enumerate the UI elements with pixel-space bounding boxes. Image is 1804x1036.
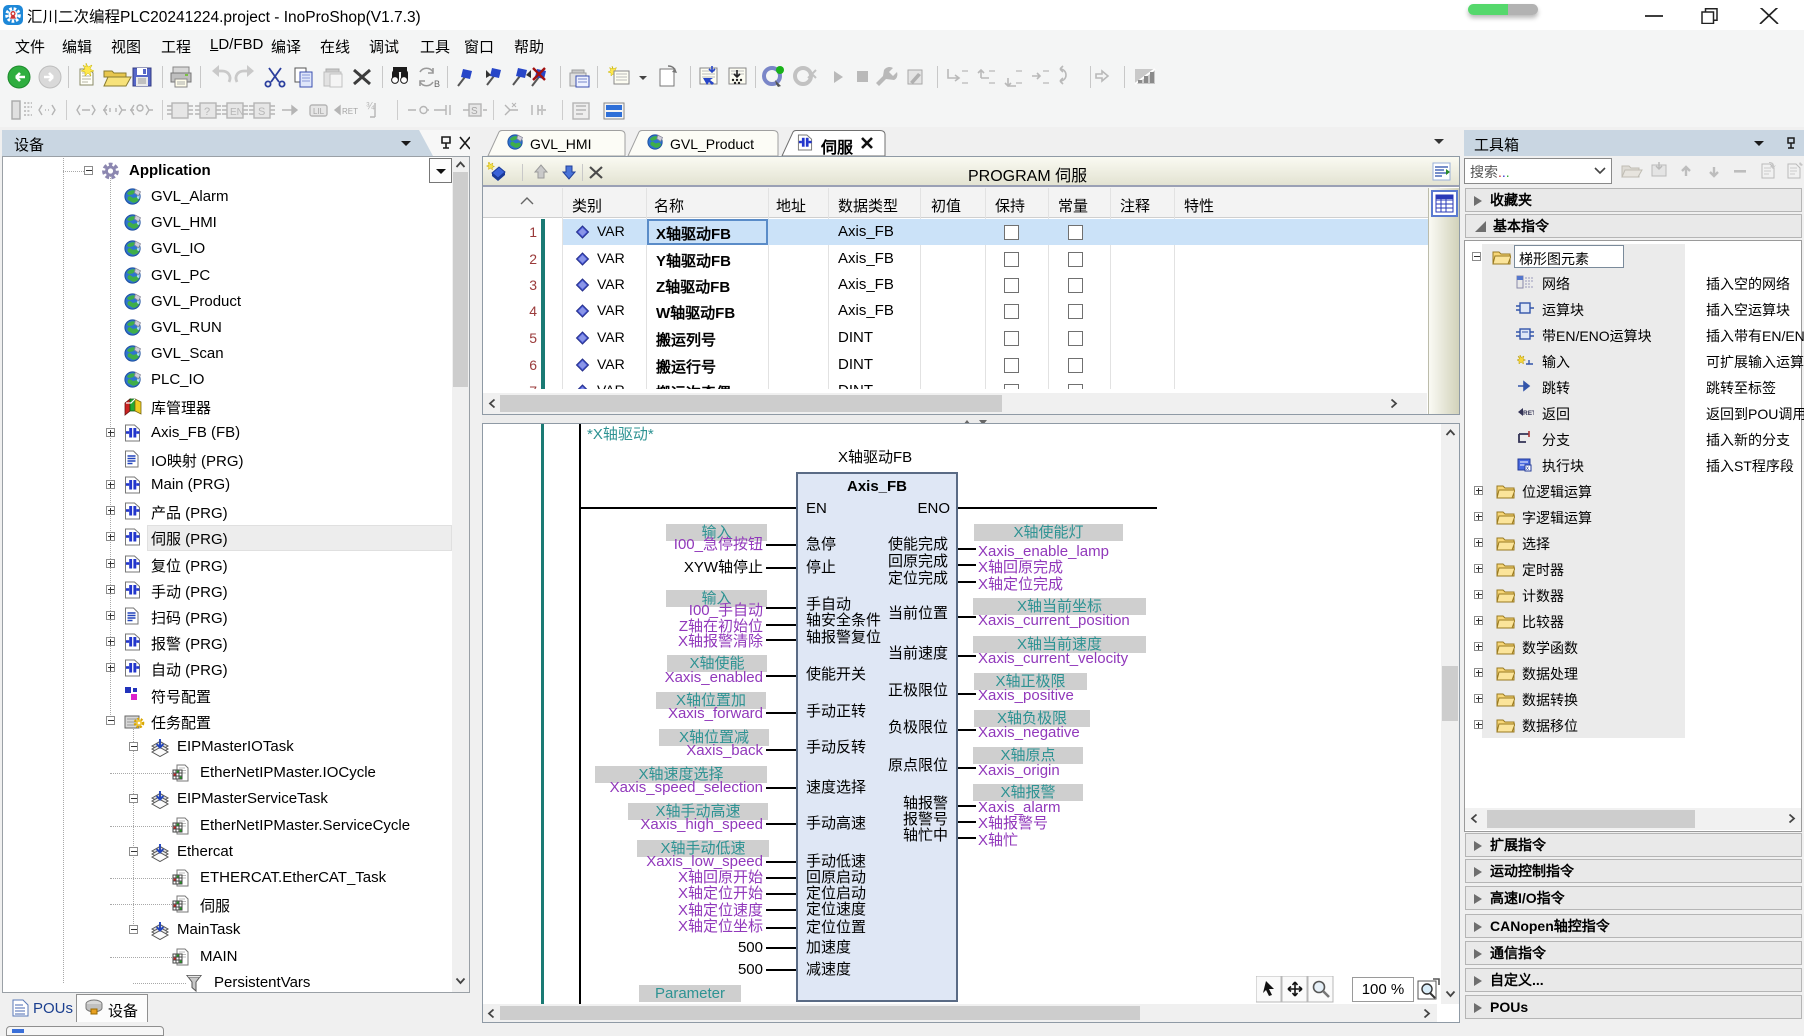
svg-text:RET: RET xyxy=(1523,410,1534,417)
svg-text:EN: EN xyxy=(230,107,244,118)
svg-text:S: S xyxy=(258,106,265,118)
svg-text:?: ? xyxy=(204,106,210,118)
svg-text:¾: ¾ xyxy=(366,101,375,112)
svg-text:RET: RET xyxy=(342,107,358,116)
svg-text:x: x xyxy=(1526,466,1529,472)
svg-text:LIL: LIL xyxy=(313,107,325,116)
svg-text:S: S xyxy=(471,106,478,117)
svg-text:B: B xyxy=(434,79,440,89)
